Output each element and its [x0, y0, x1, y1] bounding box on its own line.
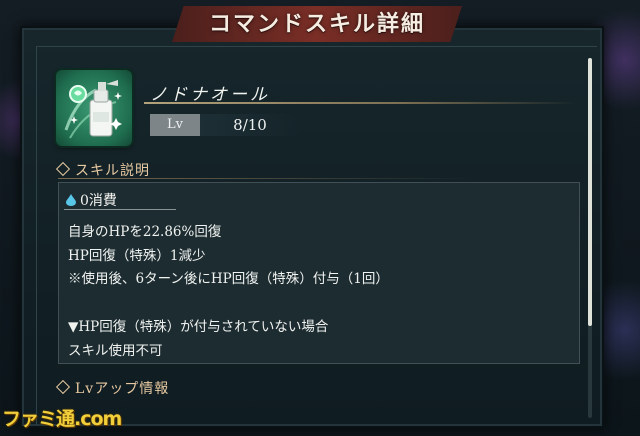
diamond-icon [55, 379, 71, 395]
watermark-logo: ファミ通.com [2, 408, 122, 430]
description-line: スキル使用不可 [68, 343, 163, 359]
diamond-icon [55, 161, 71, 177]
description-line: 自身のHPを22.86%回復 [68, 224, 222, 240]
healing-spray-bottle-icon [56, 70, 132, 146]
water-drop-icon [66, 194, 76, 206]
skill-name-divider [144, 102, 576, 104]
skill-icon-graphic [64, 80, 122, 139]
window-title: コマンドスキル詳細 [208, 11, 425, 37]
cost-underline [64, 209, 176, 210]
section-divider [58, 178, 578, 179]
lv-up-info-header-label: Lvアップ情報 [75, 381, 170, 397]
level-value: 8/10 [200, 114, 300, 136]
skill-cost-label: 0消費 [80, 193, 117, 209]
scrollbar-thumb[interactable] [588, 58, 592, 326]
lv-up-info-header[interactable]: Lvアップ情報 [55, 378, 170, 398]
description-line: ※使用後、6ターン後にHP回復（特殊）付与（1回） [68, 271, 389, 287]
skill-description-header: スキル説明 [55, 160, 150, 180]
skill-description-header-label: スキル説明 [75, 163, 150, 179]
description-line: HP回復（特殊）1減少 [68, 248, 206, 264]
description-line: ▼HP回復（特殊）が付与されていない場合 [68, 319, 329, 335]
level-label: Lv [150, 114, 200, 136]
skill-cost: 0消費 [66, 190, 117, 210]
